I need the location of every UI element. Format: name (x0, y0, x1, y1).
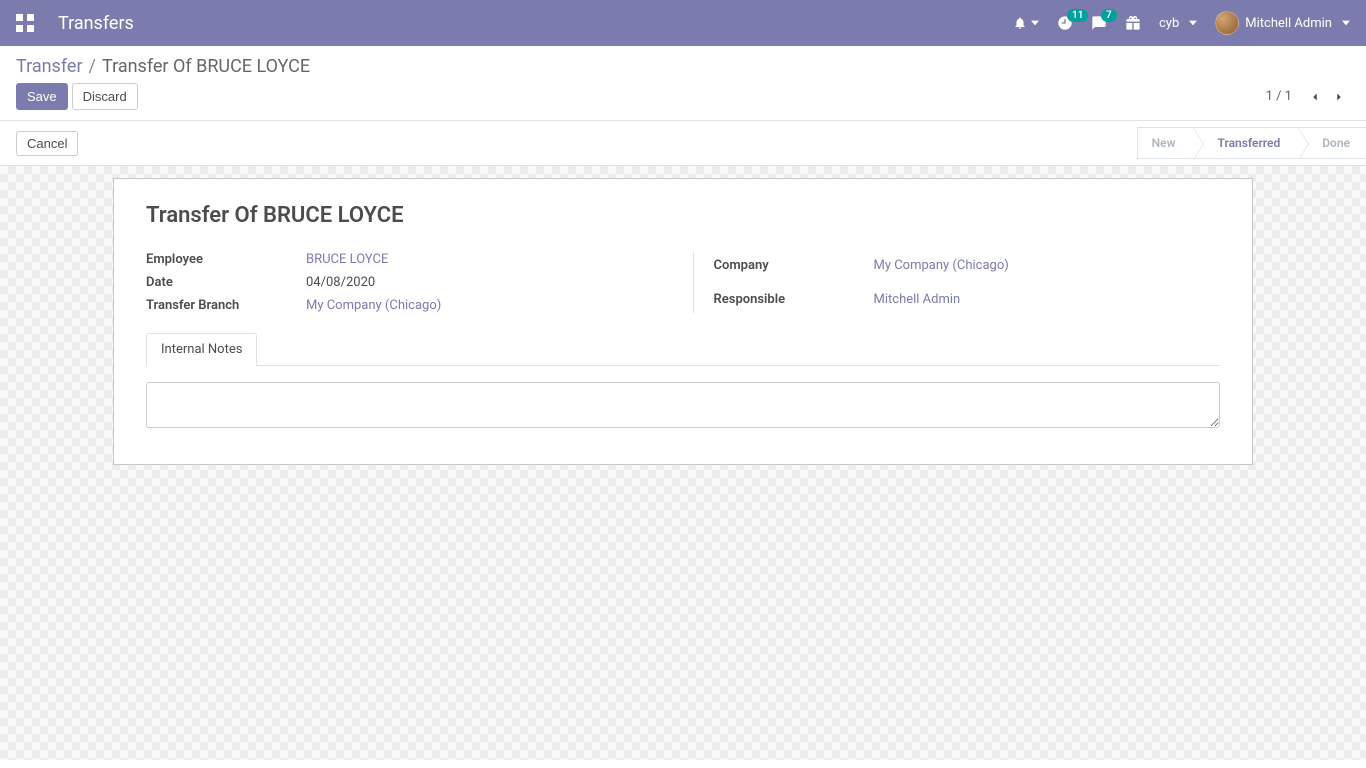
value-responsible[interactable]: Mitchell Admin (874, 292, 1221, 307)
left-buttons: Save Discard (16, 83, 138, 110)
breadcrumb-current: Transfer Of BRUCE LOYCE (102, 56, 310, 77)
pager-next[interactable] (1328, 86, 1350, 108)
avatar (1215, 11, 1239, 35)
label-responsible: Responsible (714, 292, 864, 307)
pager: 1 / 1 (1266, 86, 1350, 108)
notebook: Internal Notes (146, 333, 1220, 432)
buttons-row: Save Discard 1 / 1 (0, 83, 1366, 120)
value-employee[interactable]: BRUCE LOYCE (306, 252, 653, 267)
discard-button[interactable]: Discard (72, 83, 138, 110)
label-employee: Employee (146, 252, 296, 267)
label-company: Company (714, 258, 864, 273)
label-transfer-branch: Transfer Branch (146, 298, 296, 313)
app-title[interactable]: Transfers (58, 13, 134, 34)
navbar-right: 11 7 cyb Mitchell Admin (1013, 11, 1350, 35)
form-sheet: Transfer Of BRUCE LOYCE Employee BRUCE L… (113, 178, 1253, 465)
pager-prev[interactable] (1304, 86, 1326, 108)
status-new[interactable]: New (1137, 127, 1194, 159)
status-transferred[interactable]: Transferred (1193, 127, 1298, 159)
breadcrumb: Transfer / Transfer Of BRUCE LOYCE (16, 56, 310, 77)
label-date: Date (146, 275, 296, 290)
tabs: Internal Notes (146, 333, 1220, 366)
apps-icon[interactable] (16, 14, 34, 32)
navbar: Transfers 11 7 cyb Mitchell Admin (0, 0, 1366, 46)
value-date[interactable]: 04/08/2020 (306, 275, 653, 290)
notifications-icon[interactable] (1013, 16, 1039, 30)
form-group-right: Company My Company (Chicago) Responsible… (693, 252, 1221, 313)
company-switcher[interactable]: cyb (1159, 16, 1197, 31)
pager-nav (1304, 86, 1350, 108)
tab-content-internal-notes (146, 366, 1220, 432)
messages-icon[interactable]: 7 (1091, 15, 1107, 31)
tab-internal-notes[interactable]: Internal Notes (146, 333, 257, 366)
navbar-left: Transfers (16, 13, 1013, 34)
value-transfer-branch[interactable]: My Company (Chicago) (306, 298, 653, 313)
breadcrumb-root[interactable]: Transfer (16, 56, 83, 77)
breadcrumb-row: Transfer / Transfer Of BRUCE LOYCE (0, 46, 1366, 83)
status-chevrons: New Transferred Done (1137, 127, 1366, 159)
cancel-button[interactable]: Cancel (16, 131, 78, 156)
gift-icon[interactable] (1125, 15, 1141, 31)
control-panel: Transfer / Transfer Of BRUCE LOYCE Save … (0, 46, 1366, 121)
statusbar: Cancel New Transferred Done (0, 121, 1366, 166)
content-background: Transfer Of BRUCE LOYCE Employee BRUCE L… (0, 166, 1366, 760)
user-menu[interactable]: Mitchell Admin (1215, 11, 1350, 35)
company-short: cyb (1159, 16, 1179, 31)
activities-icon[interactable]: 11 (1057, 15, 1073, 31)
page-title: Transfer Of BRUCE LOYCE (146, 203, 1220, 228)
breadcrumb-separator: / (89, 56, 96, 77)
internal-notes-textarea[interactable] (146, 382, 1220, 428)
value-company[interactable]: My Company (Chicago) (874, 258, 1221, 273)
form-group-left: Employee BRUCE LOYCE Date 04/08/2020 Tra… (146, 252, 653, 313)
form-group: Employee BRUCE LOYCE Date 04/08/2020 Tra… (146, 252, 1220, 313)
save-button[interactable]: Save (16, 83, 68, 110)
user-name: Mitchell Admin (1245, 16, 1332, 31)
pager-text: 1 / 1 (1266, 89, 1292, 104)
messages-badge: 7 (1101, 9, 1117, 22)
activities-badge: 11 (1067, 9, 1088, 22)
